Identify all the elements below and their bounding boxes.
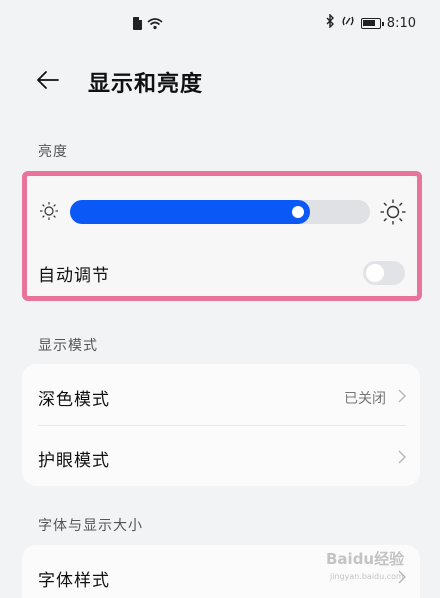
chevron-right-icon xyxy=(398,388,406,407)
dark-mode-label: 深色模式 xyxy=(38,390,110,410)
display-mode-section-label: 显示模式 xyxy=(38,338,98,354)
brightness-slider[interactable] xyxy=(70,200,370,224)
nfc-icon xyxy=(341,14,355,32)
back-arrow-icon[interactable] xyxy=(36,68,60,92)
page-title: 显示和亮度 xyxy=(88,72,204,97)
font-style-label: 字体样式 xyxy=(38,571,110,591)
status-time: 8:10 xyxy=(386,15,416,31)
brightness-high-icon xyxy=(379,198,407,230)
eye-comfort-row[interactable]: 护眼模式 xyxy=(22,425,420,486)
battery-icon xyxy=(360,17,384,29)
auto-adjust-toggle[interactable] xyxy=(363,261,405,285)
status-center xyxy=(133,17,163,30)
sim-card-icon xyxy=(133,17,142,30)
auto-adjust-label: 自动调节 xyxy=(38,266,110,286)
brightness-slider-thumb[interactable] xyxy=(292,206,304,218)
font-section-label: 字体与显示大小 xyxy=(38,518,143,534)
brightness-low-icon xyxy=(38,200,60,226)
wifi-icon xyxy=(147,17,163,30)
watermark-logo: Baidu经验 xyxy=(326,550,405,568)
bluetooth-icon xyxy=(325,13,335,32)
dark-mode-value: 已关闭 xyxy=(344,391,386,407)
toggle-knob xyxy=(366,264,384,282)
dark-mode-row[interactable]: 深色模式 已关闭 xyxy=(22,364,420,426)
watermark-url: jingyan.baidu.com xyxy=(330,572,404,581)
display-mode-card: 深色模式 已关闭 护眼模式 xyxy=(22,364,420,486)
brightness-slider-fill xyxy=(70,200,310,224)
eye-comfort-label: 护眼模式 xyxy=(38,451,110,471)
chevron-right-icon xyxy=(398,449,406,468)
status-right: 8:10 xyxy=(325,13,416,32)
brightness-section-label: 亮度 xyxy=(38,144,68,160)
status-bar: 8:10 xyxy=(0,0,440,52)
